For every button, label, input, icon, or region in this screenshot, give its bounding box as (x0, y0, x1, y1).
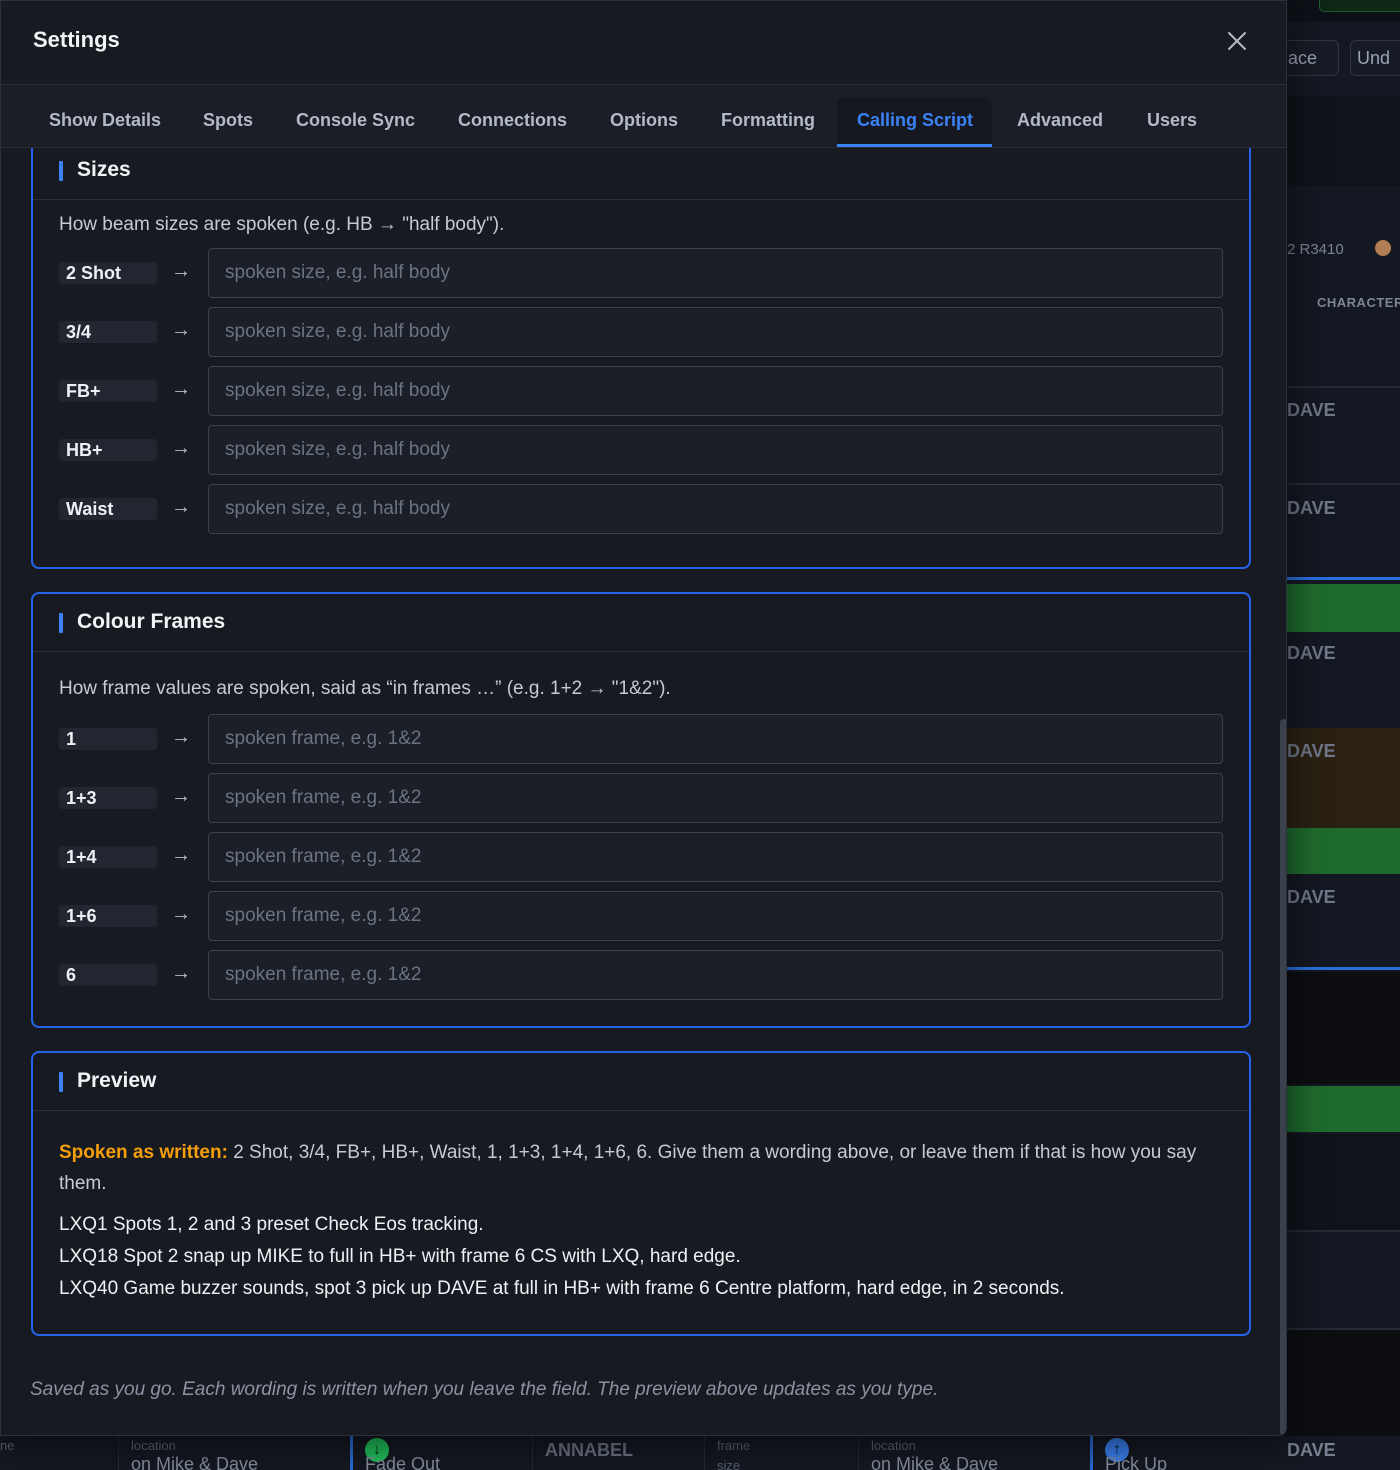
size-wording-input[interactable] (208, 307, 1223, 357)
size-key: FB+ (59, 380, 157, 402)
preview-line: LXQ1 Spots 1, 2 and 3 preset Check Eos t… (59, 1214, 484, 1235)
sizes-description: How beam sizes are spoken (e.g. HB → "ha… (59, 214, 505, 235)
size-wording-input[interactable] (208, 425, 1223, 475)
arrow-icon: → (171, 496, 191, 518)
background-undo-button: Und (1350, 40, 1400, 76)
tab-spots[interactable]: Spots (183, 97, 273, 147)
frame-key: 1+6 (59, 905, 157, 927)
warning-text: 2 Shot, 3/4, FB+, HB+, Waist, 1, 1+3, 1+… (59, 1142, 1197, 1194)
arrow-icon: → (171, 319, 191, 341)
background-cue-list: lace Und 2 R3410 CHARACTER DAVE DAVE DAV… (1287, 0, 1400, 1470)
background-character-label: DAVE (1287, 400, 1336, 420)
frame-key: 1+4 (59, 846, 157, 868)
frame-mapping-row: 6 → (59, 950, 1225, 1000)
modal-title: Settings (33, 27, 120, 52)
tab-calling-script[interactable]: Calling Script (837, 97, 992, 147)
background-status-dot (1375, 240, 1391, 256)
frame-key: 1 (59, 728, 157, 750)
size-key: Waist (59, 498, 157, 520)
size-key: 2 Shot (59, 262, 157, 284)
settings-tabs: Show Details Spots Console Sync Connecti… (1, 85, 1286, 148)
arrow-icon: → (171, 378, 191, 400)
background-bottom-row: ne location on Mike & Dave ↓ Fade Out AN… (0, 1436, 1287, 1470)
frame-mapping-row: 1 → (59, 714, 1225, 764)
preview-line: LXQ40 Game buzzer sounds, spot 3 pick up… (59, 1278, 1065, 1299)
arrow-icon: → (171, 437, 191, 459)
frame-wording-input[interactable] (208, 891, 1223, 941)
preview-section-title: Preview (77, 1069, 157, 1092)
frame-mapping-row: 1+4 → (59, 832, 1225, 882)
tab-connections[interactable]: Connections (438, 97, 587, 147)
background-character-label: DAVE (1287, 741, 1336, 761)
size-wording-input[interactable] (208, 484, 1223, 534)
tab-advanced[interactable]: Advanced (997, 97, 1123, 147)
preview-section: Preview Spoken as written: 2 Shot, 3/4, … (31, 1051, 1251, 1336)
background-character-label: DAVE (1287, 1440, 1336, 1460)
tab-show-details[interactable]: Show Details (29, 97, 181, 147)
size-mapping-row: HB+ → (59, 425, 1225, 475)
background-column-header: CHARACTER (1317, 295, 1400, 310)
colour-frames-description: How frame values are spoken, said as “in… (59, 678, 671, 699)
modal-header: Settings (1, 1, 1286, 85)
frame-key: 1+3 (59, 787, 157, 809)
arrow-icon: → (171, 726, 191, 748)
tab-console-sync[interactable]: Console Sync (276, 97, 435, 147)
close-icon (1228, 32, 1246, 50)
sizes-section: Sizes How beam sizes are spoken (e.g. HB… (31, 148, 1251, 569)
size-mapping-row: 2 Shot → (59, 248, 1225, 298)
spoken-as-written-warning: Spoken as written: 2 Shot, 3/4, FB+, HB+… (59, 1137, 1209, 1199)
arrow-icon: → (171, 785, 191, 807)
frame-mapping-row: 1+3 → (59, 773, 1225, 823)
tab-formatting[interactable]: Formatting (701, 97, 835, 147)
close-button[interactable] (1219, 23, 1255, 59)
background-character-label: DAVE (1287, 498, 1336, 518)
frame-wording-input[interactable] (208, 773, 1223, 823)
sizes-section-title: Sizes (77, 158, 131, 181)
arrow-icon: → (171, 903, 191, 925)
preview-line: LXQ18 Spot 2 snap up MIKE to full in HB+… (59, 1246, 741, 1267)
background-replace-button: lace (1287, 40, 1339, 76)
size-mapping-row: FB+ → (59, 366, 1225, 416)
arrow-icon: → (171, 260, 191, 282)
autosave-note: Saved as you go. Each wording is written… (30, 1379, 939, 1400)
frame-key: 6 (59, 964, 157, 986)
frame-wording-input[interactable] (208, 950, 1223, 1000)
warning-label: Spoken as written: (59, 1142, 228, 1163)
size-mapping-row: Waist → (59, 484, 1225, 534)
arrow-icon: → (171, 844, 191, 866)
scrollbar-thumb[interactable] (1280, 719, 1286, 1435)
background-go-button (1319, 0, 1400, 12)
colour-frames-section: Colour Frames How frame values are spoke… (31, 592, 1251, 1028)
background-character-label: DAVE (1287, 643, 1336, 663)
size-key: 3/4 (59, 321, 157, 343)
tab-users[interactable]: Users (1127, 97, 1217, 147)
frame-wording-input[interactable] (208, 714, 1223, 764)
frame-mapping-row: 1+6 → (59, 891, 1225, 941)
settings-modal: Settings Show Details Spots Console Sync… (0, 0, 1287, 1436)
colour-frames-section-title: Colour Frames (77, 610, 226, 633)
tab-options[interactable]: Options (590, 97, 698, 147)
size-mapping-row: 3/4 → (59, 307, 1225, 357)
arrow-icon: → (171, 962, 191, 984)
background-character-label: DAVE (1287, 887, 1336, 907)
frame-wording-input[interactable] (208, 832, 1223, 882)
settings-content: Sizes How beam sizes are spoken (e.g. HB… (1, 148, 1286, 1435)
background-badge: 2 R3410 (1287, 241, 1344, 258)
size-wording-input[interactable] (208, 366, 1223, 416)
size-wording-input[interactable] (208, 248, 1223, 298)
size-key: HB+ (59, 439, 157, 461)
